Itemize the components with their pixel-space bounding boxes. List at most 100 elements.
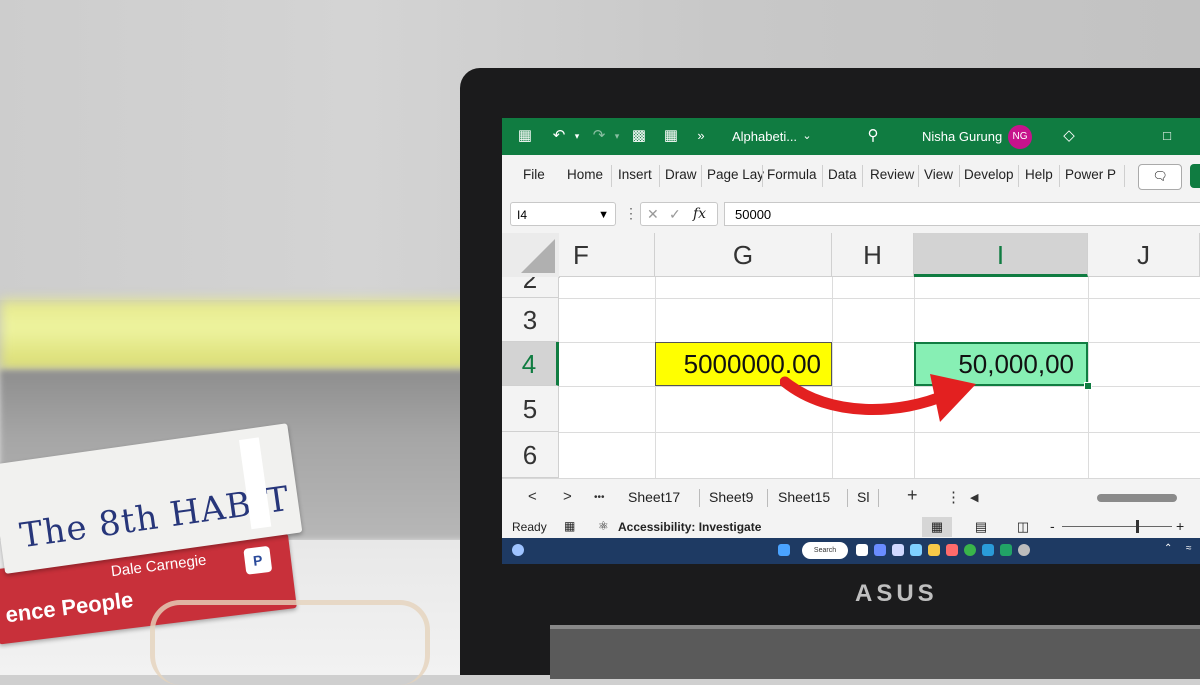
cancel-icon[interactable]: ✕ (647, 203, 659, 225)
edge-icon[interactable] (982, 544, 994, 556)
more-sheets-button[interactable]: ••• (594, 492, 605, 503)
chat-icon[interactable] (892, 544, 904, 556)
fill-handle[interactable] (1084, 382, 1092, 390)
taskbar-search[interactable]: Search (802, 542, 848, 559)
tab-draw[interactable]: Draw (665, 167, 697, 182)
sheet-tab[interactable]: Sheet17 (628, 489, 680, 505)
add-sheet-button[interactable]: + (907, 485, 918, 506)
tab-file[interactable]: File (523, 167, 545, 182)
tab-insert[interactable]: Insert (618, 167, 652, 182)
tab-separator (878, 489, 879, 507)
tab-view[interactable]: View (924, 167, 953, 182)
sheet-tab[interactable]: Sheet15 (778, 489, 830, 505)
search-icon[interactable]: ⚲ (864, 127, 882, 145)
column-header-i[interactable]: I (914, 233, 1088, 277)
accessibility-status[interactable]: Accessibility: Investigate (618, 520, 761, 534)
zoom-in-button[interactable]: + (1176, 518, 1184, 534)
page-break-view-button[interactable]: ◫ (1008, 517, 1038, 537)
tab-developer[interactable]: Develop (964, 167, 1014, 182)
excel-taskbar-icon[interactable] (1000, 544, 1012, 556)
sheet-tab[interactable]: Sl (857, 489, 869, 505)
redo-dropdown-icon[interactable]: ▾ (608, 127, 626, 145)
avatar[interactable]: NG (1008, 125, 1032, 149)
accessibility-icon[interactable]: ⚛ (598, 519, 609, 533)
select-all-button[interactable] (502, 233, 560, 278)
column-header-h[interactable]: H (832, 233, 914, 277)
tab-data[interactable]: Data (828, 167, 857, 182)
file-explorer-icon[interactable] (928, 544, 940, 556)
column-header-j[interactable]: J (1088, 233, 1200, 277)
comments-button[interactable]: 🗨 (1138, 164, 1182, 190)
tab-home[interactable]: Home (567, 167, 603, 182)
row-header-4[interactable]: 4 (502, 342, 559, 386)
weather-icon[interactable] (512, 544, 524, 556)
previous-sheet-button[interactable]: < (528, 488, 537, 505)
tab-review[interactable]: Review (870, 167, 914, 182)
spreadsheet-grid: F G H I J 2 3 4 5 6 5000000.00 50,000,00 (502, 233, 1200, 478)
widgets-icon[interactable] (874, 544, 886, 556)
scroll-left-icon[interactable]: ◀ (970, 491, 978, 504)
tray-chevron-icon[interactable]: ⌃ (1164, 543, 1172, 554)
diamond-icon[interactable]: ◇ (1060, 127, 1078, 145)
name-box[interactable]: I4 ▼ (510, 202, 616, 226)
sheet-tab[interactable]: Sheet9 (709, 489, 753, 505)
user-name[interactable]: Nisha Gurung (922, 118, 1002, 155)
tab-formulas[interactable]: Formula (767, 167, 817, 182)
app-icon[interactable] (1018, 544, 1030, 556)
formula-input[interactable]: 50000 (724, 202, 1200, 226)
document-title[interactable]: Alphabeti... (732, 118, 797, 155)
laptop-keyboard-edge (550, 625, 1200, 679)
row-header-5[interactable]: 5 (502, 386, 559, 432)
chevron-down-icon[interactable]: ⌄ (798, 127, 816, 145)
page-layout-view-button[interactable]: ▤ (966, 517, 996, 537)
row-header-3[interactable]: 3 (502, 298, 559, 342)
task-view-icon[interactable] (856, 544, 868, 556)
start-icon[interactable] (778, 544, 790, 556)
undo-icon[interactable]: ↶ (550, 127, 568, 145)
wifi-icon[interactable]: ≈ (1186, 543, 1192, 554)
horizontal-scrollbar[interactable] (1097, 494, 1177, 502)
normal-view-button[interactable]: ▦ (922, 517, 952, 537)
tab-separator (699, 489, 700, 507)
more-options-icon[interactable]: ⋮ (624, 205, 638, 222)
sheet-options-button[interactable]: ⋮ (946, 488, 961, 506)
tab-help[interactable]: Help (1025, 167, 1053, 182)
share-button[interactable] (1190, 164, 1200, 188)
gridline (1088, 277, 1089, 478)
page-break-icon: ◫ (1016, 519, 1030, 534)
tab-separator (847, 489, 848, 507)
browser-icon[interactable] (964, 544, 976, 556)
row-header-6[interactable]: 6 (502, 432, 559, 478)
enter-icon[interactable]: ✓ (669, 203, 681, 225)
column-header-f[interactable]: F (559, 233, 655, 277)
form-icon[interactable]: ▦ (662, 127, 680, 145)
select-all-triangle-icon (521, 239, 555, 273)
more-commands-icon[interactable]: » (692, 127, 710, 145)
save-icon[interactable]: ▩ (630, 127, 648, 145)
column-header-g[interactable]: G (655, 233, 832, 277)
chevron-down-icon[interactable]: ▼ (598, 203, 609, 227)
next-sheet-button[interactable]: > (563, 488, 572, 505)
insert-function-button[interactable]: fx (693, 203, 706, 225)
tab-power-pivot[interactable]: Power P (1065, 167, 1116, 182)
eyeglasses (150, 600, 430, 685)
app-icon[interactable] (946, 544, 958, 556)
arrow-shaft (780, 376, 954, 415)
tab-page-layout[interactable]: Page Lay (707, 167, 764, 182)
zoom-slider[interactable] (1062, 526, 1172, 527)
arrow-head-icon (930, 374, 976, 422)
formula-buttons: ✕ ✓ fx (640, 202, 718, 226)
undo-dropdown-icon[interactable]: ▾ (568, 127, 586, 145)
macro-record-icon[interactable]: ▦ (564, 519, 575, 533)
app-icon[interactable] (910, 544, 922, 556)
zoom-slider-thumb[interactable] (1136, 520, 1139, 533)
tab-separator (611, 165, 612, 187)
gridline (559, 298, 1200, 299)
row-header-2[interactable]: 2 (502, 277, 559, 298)
zoom-out-button[interactable]: - (1050, 518, 1055, 534)
tab-separator (659, 165, 660, 187)
redo-icon[interactable]: ↷ (590, 127, 608, 145)
comment-icon: 🗨 (1152, 169, 1168, 183)
maximize-icon[interactable]: □ (1158, 127, 1176, 145)
tab-separator (862, 165, 863, 187)
